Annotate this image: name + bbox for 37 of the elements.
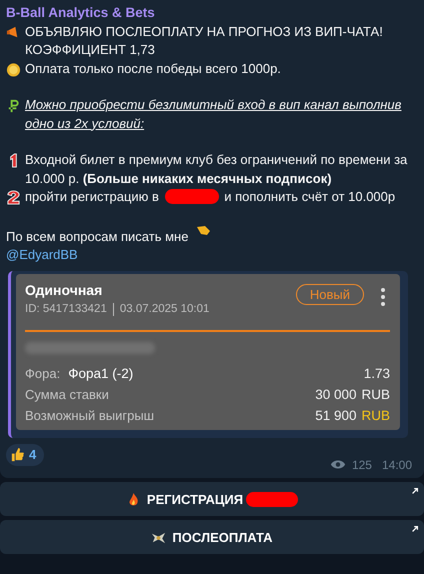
reaction-button[interactable]: 4	[6, 444, 44, 466]
status-badge: Новый	[296, 284, 364, 304]
channel-name[interactable]: B-Ball Analytics & Bets	[6, 4, 416, 22]
number-icon	[6, 190, 21, 205]
offer-text: Можно приобрести безлимитный вход в вип канал выполнив одно из 2х условий:	[25, 96, 402, 133]
redaction-mark	[164, 189, 219, 204]
external-link-icon	[411, 525, 419, 533]
ruble-icon	[6, 98, 21, 113]
external-link-icon	[411, 487, 419, 495]
odds-value: 1.73	[364, 366, 390, 380]
bet-type: Одиночная	[25, 282, 104, 298]
currency-label: RUB	[361, 386, 390, 402]
currency-label: RUB	[361, 408, 390, 422]
inline-button[interactable]: ПОСЛЕОПЛАТА	[0, 520, 424, 554]
amount-value: 51 900	[315, 408, 356, 422]
row-label: Возможный выигрыш	[25, 408, 154, 422]
thumbs-up-icon	[10, 447, 25, 462]
inline-button[interactable]: РЕГИСТРАЦИЯ	[0, 482, 424, 516]
eye-icon	[330, 459, 346, 470]
row-value: Фора1 (-2)	[68, 366, 134, 380]
condition-text: пройти регистрацию в	[25, 189, 159, 204]
announcement-text: ОБЪЯВЛЯЮ ПОСЛЕОПЛАТУ НА ПРОГНОЗ ИЗ ВИП-ЧАТА! КОЭФФИЦИЕНТ 1,73	[25, 22, 384, 59]
contact-text: По всем вопросам писать мне	[6, 228, 188, 244]
condition-text: Входной билет в премиум клуб без ограничений по времени за 10.000 р. (Больше никаких месячных подписок)	[25, 151, 408, 188]
more-icon[interactable]	[380, 286, 386, 306]
row-label: Фора:	[25, 366, 60, 380]
bet-id: ID: 5417133421	[25, 303, 107, 315]
payment-note: Оплата только после победы всего 1000р.	[25, 60, 282, 78]
message-time: 14:00	[382, 456, 412, 474]
amount-value: 30 000	[315, 386, 356, 402]
coin-face-icon	[6, 62, 21, 76]
view-count: 125	[352, 456, 372, 474]
username-link[interactable]: @EdyardBB	[6, 246, 78, 264]
row-label: Сумма ставки	[25, 386, 109, 402]
condition-text: и пополнить счёт от 10.000р	[224, 189, 396, 204]
bet-date: 03.07.2025 10:01	[120, 303, 210, 315]
redaction-mark	[246, 492, 298, 506]
